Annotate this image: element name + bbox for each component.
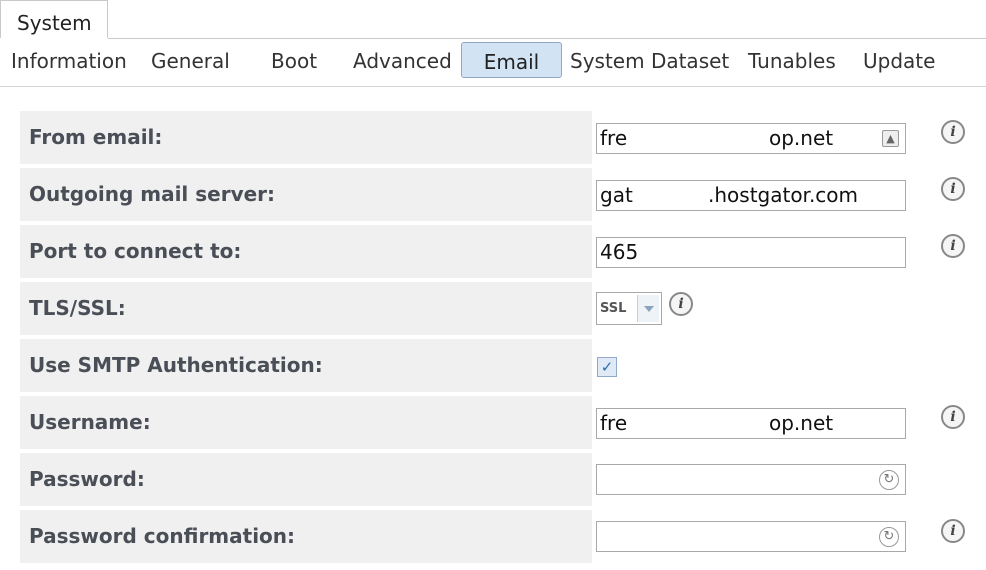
password-label: Password: (29, 467, 145, 491)
form-row-smtp-auth: Use SMTP Authentication: (20, 339, 592, 392)
username-label: Username: (29, 410, 151, 434)
contact-card-icon[interactable]: ▲ (882, 130, 899, 147)
reveal-password-confirmation-icon[interactable]: ↻ (879, 527, 899, 547)
username-value-end: op.net (769, 409, 834, 438)
form-row-password-confirmation: Password confirmation: (20, 510, 592, 563)
from-email-field[interactable]: fre op.net ▲ (596, 123, 906, 154)
redacted-area (629, 409, 769, 438)
subtab-bar: Information General Boot Advanced Email … (0, 42, 986, 82)
form-row-tls-ssl: TLS/SSL: (20, 282, 592, 335)
password-confirmation-field[interactable]: ↻ (596, 521, 906, 552)
form-row-username: Username: (20, 396, 592, 449)
password-field[interactable]: ↻ (596, 464, 906, 495)
mail-server-value-end: .hostgator.com (708, 181, 859, 210)
tls-ssl-info-icon[interactable]: i (669, 292, 693, 316)
outgoing-mail-server-field[interactable]: gat .hostgator.com (596, 180, 906, 211)
from-email-value-end: op.net (769, 124, 834, 153)
from-email-info-icon[interactable]: i (941, 120, 965, 144)
form-row-outgoing-mail-server: Outgoing mail server: (20, 168, 592, 221)
chevron-down-icon[interactable] (637, 295, 659, 322)
mail-server-value-start: gat (600, 181, 633, 210)
smtp-auth-checkbox[interactable]: ✓ (597, 357, 617, 377)
subtab-general[interactable]: General (151, 42, 230, 78)
form-row-password: Password: (20, 453, 592, 506)
subtab-boot[interactable]: Boot (271, 42, 317, 78)
tab-bar-divider (108, 38, 986, 39)
form-row-from-email: From email: (20, 111, 592, 164)
subtab-divider (0, 86, 986, 87)
username-field[interactable]: fre op.net (596, 408, 906, 439)
outgoing-mail-server-label: Outgoing mail server: (29, 182, 276, 206)
subtab-system-dataset[interactable]: System Dataset (570, 42, 729, 78)
username-info-icon[interactable]: i (941, 405, 965, 429)
tls-ssl-select[interactable]: SSL (596, 292, 662, 325)
port-label: Port to connect to: (29, 239, 242, 263)
subtab-email[interactable]: Email (461, 42, 562, 78)
redacted-area (629, 124, 769, 153)
redacted-area (635, 181, 707, 210)
tls-ssl-value: SSL (600, 301, 627, 316)
subtab-update[interactable]: Update (863, 42, 935, 78)
tls-ssl-label: TLS/SSL: (29, 296, 126, 320)
from-email-value-start: fre (600, 124, 628, 153)
port-info-icon[interactable]: i (941, 234, 965, 258)
reveal-password-icon[interactable]: ↻ (879, 470, 899, 490)
password-confirmation-label: Password confirmation: (29, 524, 296, 548)
form-row-port: Port to connect to: (20, 225, 592, 278)
password-confirmation-info-icon[interactable]: i (941, 519, 965, 543)
port-field[interactable]: 465 (596, 237, 906, 268)
port-value: 465 (600, 238, 639, 267)
subtab-information[interactable]: Information (11, 42, 127, 78)
outgoing-mail-server-info-icon[interactable]: i (941, 177, 965, 201)
tab-system[interactable]: System (0, 0, 108, 38)
username-value-start: fre (600, 409, 628, 438)
subtab-tunables[interactable]: Tunables (748, 42, 836, 78)
smtp-auth-label: Use SMTP Authentication: (29, 353, 323, 377)
subtab-advanced[interactable]: Advanced (353, 42, 452, 78)
from-email-label: From email: (29, 125, 163, 149)
